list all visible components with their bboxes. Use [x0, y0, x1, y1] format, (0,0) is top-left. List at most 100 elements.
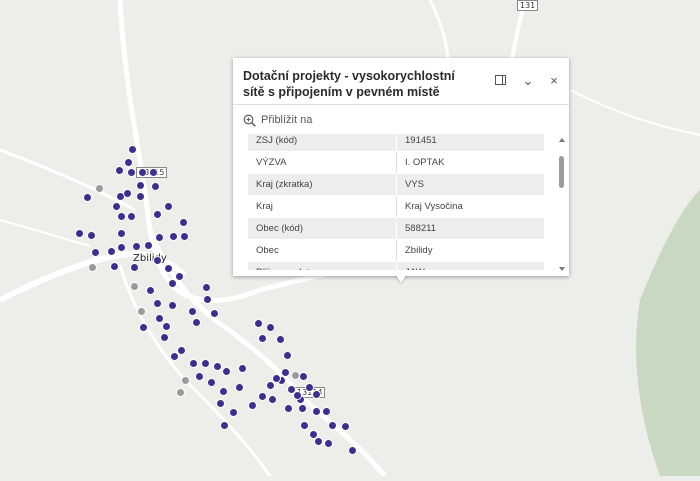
map-point[interactable]	[160, 333, 169, 342]
map-point[interactable]	[130, 263, 139, 272]
map-point[interactable]	[115, 166, 124, 175]
map-point[interactable]	[238, 364, 247, 373]
map-point[interactable]	[222, 367, 231, 376]
zoom-to-button[interactable]: Přiblížit na	[243, 111, 312, 129]
map-point[interactable]	[127, 212, 136, 221]
map-point[interactable]	[91, 248, 100, 257]
map-point[interactable]	[188, 307, 197, 316]
map-point[interactable]	[314, 437, 323, 446]
map-point-inactive[interactable]	[137, 307, 146, 316]
map-point[interactable]	[83, 193, 92, 202]
map-point[interactable]	[132, 242, 141, 251]
map-point[interactable]	[328, 421, 337, 430]
map-point[interactable]	[276, 335, 285, 344]
map-point[interactable]	[300, 421, 309, 430]
map-point[interactable]	[220, 421, 229, 430]
map-point[interactable]	[164, 202, 173, 211]
map-point[interactable]	[248, 401, 257, 410]
map-point[interactable]	[162, 322, 171, 331]
map-point[interactable]	[180, 232, 189, 241]
map-point[interactable]	[254, 319, 263, 328]
map-point-inactive[interactable]	[181, 376, 190, 385]
map-point[interactable]	[210, 309, 219, 318]
map-point[interactable]	[272, 374, 281, 383]
map-point[interactable]	[266, 323, 275, 332]
map-point[interactable]	[348, 446, 357, 455]
scroll-thumb[interactable]	[559, 156, 564, 188]
map-point[interactable]	[168, 301, 177, 310]
collapse-button[interactable]: ⌄	[519, 72, 537, 90]
map-point[interactable]	[298, 404, 307, 413]
map-point[interactable]	[192, 318, 201, 327]
map-point[interactable]	[341, 422, 350, 431]
map-point[interactable]	[149, 168, 158, 177]
map-point[interactable]	[322, 407, 331, 416]
map-point-inactive[interactable]	[176, 388, 185, 397]
map-point[interactable]	[258, 334, 267, 343]
map-point[interactable]	[139, 323, 148, 332]
map-point[interactable]	[138, 168, 147, 177]
map-point-inactive[interactable]	[95, 184, 104, 193]
map-point[interactable]	[195, 372, 204, 381]
attribute-table-container[interactable]: ZSJ (kód) 191451 VÝZVA I. OPTAK Kraj (zkratk…	[248, 134, 546, 270]
map-point[interactable]	[216, 399, 225, 408]
dock-icon[interactable]	[495, 75, 506, 85]
map-point[interactable]	[124, 158, 133, 167]
attribute-table: ZSJ (kód) 191451 VÝZVA I. OPTAK Kraj (zkratk…	[248, 134, 544, 270]
map-point[interactable]	[123, 189, 132, 198]
map-point[interactable]	[136, 192, 145, 201]
map-point-inactive[interactable]	[130, 282, 139, 291]
scroll-down-icon[interactable]	[559, 267, 565, 271]
map-point[interactable]	[164, 264, 173, 273]
popup-scrollbar[interactable]	[558, 136, 566, 272]
map-point[interactable]	[219, 387, 228, 396]
map-point-inactive[interactable]	[291, 371, 300, 380]
close-button[interactable]: ×	[545, 72, 563, 90]
map-point[interactable]	[284, 404, 293, 413]
map-point[interactable]	[179, 218, 188, 227]
map-point[interactable]	[128, 145, 137, 154]
map-point[interactable]	[153, 256, 162, 265]
map-point[interactable]	[202, 283, 211, 292]
map-point[interactable]	[151, 182, 160, 191]
map-point[interactable]	[207, 378, 216, 387]
map-point[interactable]	[312, 390, 321, 399]
map-point[interactable]	[170, 352, 179, 361]
map-point[interactable]	[87, 231, 96, 240]
map-point[interactable]	[117, 229, 126, 238]
map-point[interactable]	[258, 392, 267, 401]
map-point[interactable]	[153, 299, 162, 308]
map-point[interactable]	[117, 243, 126, 252]
map-point[interactable]	[110, 262, 119, 271]
map-point[interactable]	[268, 395, 277, 404]
map-point[interactable]	[201, 359, 210, 368]
map-point[interactable]	[127, 168, 136, 177]
map-point[interactable]	[312, 407, 321, 416]
map-point[interactable]	[189, 359, 198, 368]
map-point[interactable]	[305, 383, 314, 392]
map-point[interactable]	[144, 241, 153, 250]
map-point[interactable]	[299, 372, 308, 381]
field-value: JAW.cz s.r.o.	[396, 261, 544, 270]
map-point[interactable]	[107, 247, 116, 256]
map-point[interactable]	[168, 279, 177, 288]
map-point[interactable]	[146, 286, 155, 295]
map-point[interactable]	[175, 272, 184, 281]
map-point[interactable]	[112, 202, 121, 211]
map-point-inactive[interactable]	[88, 263, 97, 272]
map-point[interactable]	[213, 362, 222, 371]
map-point[interactable]	[153, 210, 162, 219]
map-point[interactable]	[117, 212, 126, 221]
map-point[interactable]	[75, 229, 84, 238]
map-point[interactable]	[293, 391, 302, 400]
map-point[interactable]	[203, 295, 212, 304]
map-point[interactable]	[283, 351, 292, 360]
map-point[interactable]	[324, 439, 333, 448]
scroll-up-icon[interactable]	[559, 138, 565, 142]
map-point[interactable]	[155, 314, 164, 323]
map-point[interactable]	[155, 233, 164, 242]
map-point[interactable]	[136, 181, 145, 190]
map-point[interactable]	[235, 383, 244, 392]
map-point[interactable]	[229, 408, 238, 417]
map-point[interactable]	[169, 232, 178, 241]
